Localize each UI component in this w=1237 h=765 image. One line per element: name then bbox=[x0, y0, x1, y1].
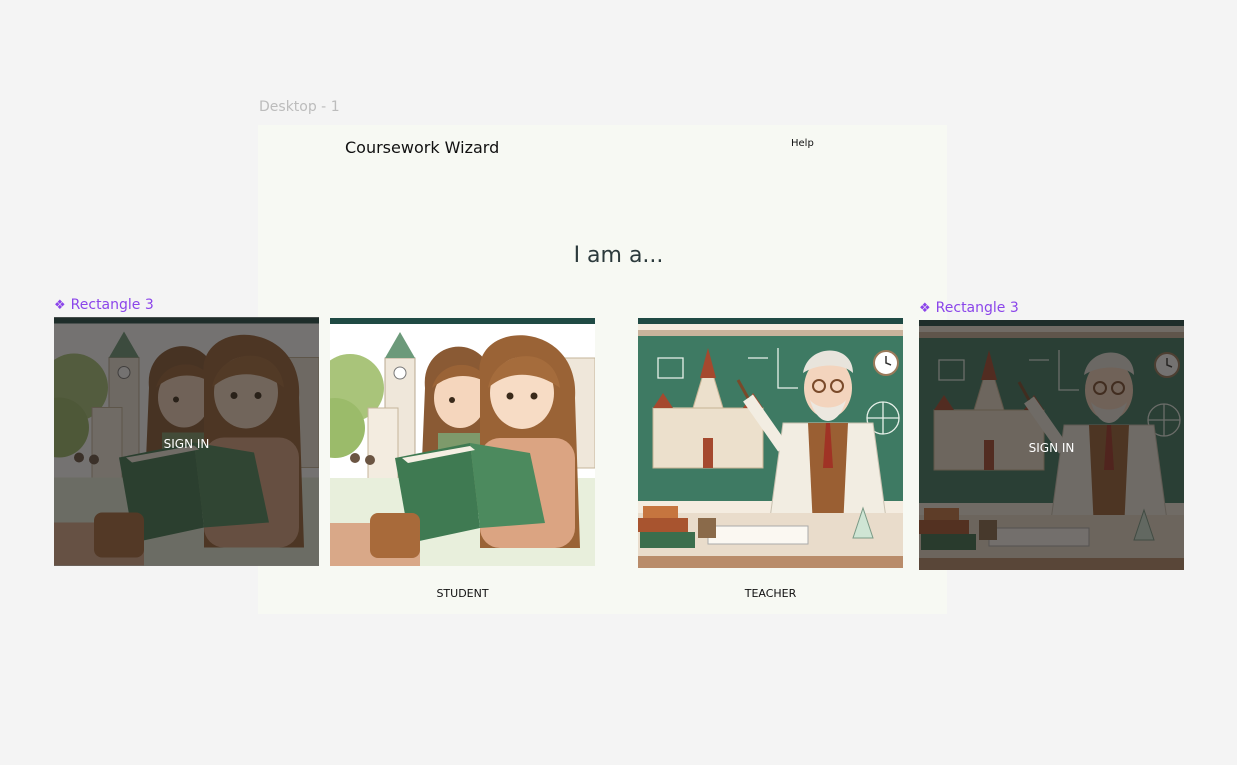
component-label-left[interactable]: ❖ Rectangle 3 bbox=[54, 297, 154, 313]
frame-label[interactable]: Desktop - 1 bbox=[259, 99, 340, 115]
design-canvas: Desktop - 1 Coursework Wizard Help I am … bbox=[0, 0, 1237, 765]
help-link[interactable]: Help bbox=[791, 138, 814, 149]
teacher-card[interactable] bbox=[638, 318, 903, 568]
component-label-text: Rectangle 3 bbox=[70, 297, 154, 313]
student-sign-in-button[interactable]: SIGN IN bbox=[54, 437, 319, 451]
app-title: Coursework Wizard bbox=[345, 138, 500, 157]
component-icon: ❖ bbox=[919, 301, 931, 316]
role-question-heading: I am a... bbox=[573, 243, 664, 268]
student-illustration bbox=[330, 318, 595, 566]
student-caption[interactable]: STUDENT bbox=[330, 587, 595, 600]
component-label-text: Rectangle 3 bbox=[935, 300, 1019, 316]
teacher-signin-component[interactable]: SIGN IN bbox=[919, 320, 1184, 570]
student-card[interactable] bbox=[330, 318, 595, 566]
component-label-right[interactable]: ❖ Rectangle 3 bbox=[919, 300, 1019, 316]
teacher-caption[interactable]: TEACHER bbox=[638, 587, 903, 600]
component-icon: ❖ bbox=[54, 298, 66, 313]
student-signin-component[interactable]: SIGN IN bbox=[54, 317, 319, 566]
teacher-sign-in-button[interactable]: SIGN IN bbox=[919, 441, 1184, 455]
teacher-illustration bbox=[638, 318, 903, 568]
